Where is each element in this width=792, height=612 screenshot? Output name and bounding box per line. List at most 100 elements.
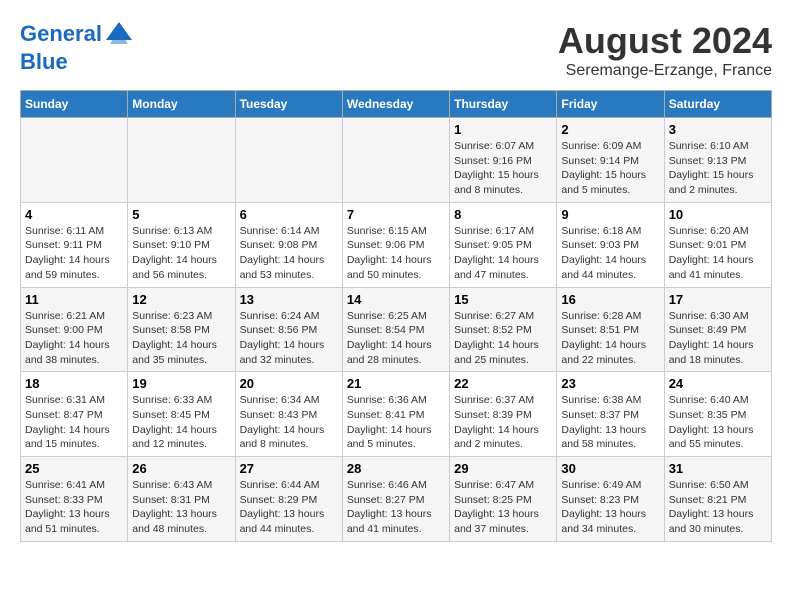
week-row-4: 18 Sunrise: 6:31 AM Sunset: 8:47 PM Dayli… [21, 372, 772, 457]
day-cell: 31 Sunrise: 6:50 AM Sunset: 8:21 PM Dayli… [664, 457, 771, 542]
day-info: Sunrise: 6:09 AM Sunset: 9:14 PM Dayligh… [561, 139, 659, 198]
day-cell: 16Sunrise: 6:28 AM Sunset: 8:51 PM Dayli… [557, 287, 664, 372]
day-info: Sunrise: 6:24 AM Sunset: 8:56 PM Dayligh… [240, 309, 338, 368]
day-number: 4 [25, 207, 123, 222]
day-number: 22 [454, 376, 552, 391]
day-info: Sunrise: 6:21 AM Sunset: 9:00 PM Dayligh… [25, 309, 123, 368]
day-info: Sunrise: 6:36 AM Sunset: 8:41 PM Dayligh… [347, 393, 445, 452]
day-cell: 3 Sunrise: 6:10 AM Sunset: 9:13 PM Daylig… [664, 118, 771, 203]
day-number: 1 [454, 122, 552, 137]
day-cell: 26 Sunrise: 6:43 AM Sunset: 8:31 PM Dayli… [128, 457, 235, 542]
week-row-1: 1 Sunrise: 6:07 AM Sunset: 9:16 PM Daylig… [21, 118, 772, 203]
day-cell: 14Sunrise: 6:25 AM Sunset: 8:54 PM Dayli… [342, 287, 449, 372]
weekday-header-row: SundayMondayTuesdayWednesdayThursdayFrid… [21, 91, 772, 118]
day-cell: 24Sunrise: 6:40 AM Sunset: 8:35 PM Dayli… [664, 372, 771, 457]
day-info: Sunrise: 6:07 AM Sunset: 9:16 PM Dayligh… [454, 139, 552, 198]
day-cell: 23 Sunrise: 6:38 AM Sunset: 8:37 PM Dayli… [557, 372, 664, 457]
day-cell: 25 Sunrise: 6:41 AM Sunset: 8:33 PM Dayli… [21, 457, 128, 542]
day-info: Sunrise: 6:10 AM Sunset: 9:13 PM Dayligh… [669, 139, 767, 198]
weekday-friday: Friday [557, 91, 664, 118]
weekday-thursday: Thursday [450, 91, 557, 118]
page-header: GeneralBlue August 2024 Seremange-Erzang… [20, 20, 772, 80]
day-number: 30 [561, 461, 659, 476]
day-number: 26 [132, 461, 230, 476]
day-cell: 15 Sunrise: 6:27 AM Sunset: 8:52 PM Dayli… [450, 287, 557, 372]
logo-text: GeneralBlue [20, 20, 134, 74]
day-number: 11 [25, 292, 123, 307]
day-cell: 27Sunrise: 6:44 AM Sunset: 8:29 PM Dayli… [235, 457, 342, 542]
day-number: 6 [240, 207, 338, 222]
day-number: 12 [132, 292, 230, 307]
day-info: Sunrise: 6:31 AM Sunset: 8:47 PM Dayligh… [25, 393, 123, 452]
day-cell: 1 Sunrise: 6:07 AM Sunset: 9:16 PM Daylig… [450, 118, 557, 203]
day-cell [21, 118, 128, 203]
day-info: Sunrise: 6:37 AM Sunset: 8:39 PM Dayligh… [454, 393, 552, 452]
weekday-sunday: Sunday [21, 91, 128, 118]
day-info: Sunrise: 6:11 AM Sunset: 9:11 PM Dayligh… [25, 224, 123, 283]
weekday-tuesday: Tuesday [235, 91, 342, 118]
day-cell: 20 Sunrise: 6:34 AM Sunset: 8:43 PM Dayli… [235, 372, 342, 457]
day-number: 3 [669, 122, 767, 137]
week-row-5: 25 Sunrise: 6:41 AM Sunset: 8:33 PM Dayli… [21, 457, 772, 542]
day-number: 9 [561, 207, 659, 222]
day-cell: 17Sunrise: 6:30 AM Sunset: 8:49 PM Dayli… [664, 287, 771, 372]
day-number: 25 [25, 461, 123, 476]
day-number: 2 [561, 122, 659, 137]
day-cell: 10Sunrise: 6:20 AM Sunset: 9:01 PM Dayli… [664, 202, 771, 287]
calendar-table: SundayMondayTuesdayWednesdayThursdayFrid… [20, 90, 772, 542]
day-number: 18 [25, 376, 123, 391]
week-row-3: 11 Sunrise: 6:21 AM Sunset: 9:00 PM Dayli… [21, 287, 772, 372]
weekday-monday: Monday [128, 91, 235, 118]
day-number: 15 [454, 292, 552, 307]
day-cell: 5 Sunrise: 6:13 AM Sunset: 9:10 PM Daylig… [128, 202, 235, 287]
weekday-wednesday: Wednesday [342, 91, 449, 118]
day-number: 10 [669, 207, 767, 222]
day-info: Sunrise: 6:44 AM Sunset: 8:29 PM Dayligh… [240, 478, 338, 537]
day-cell: 8Sunrise: 6:17 AM Sunset: 9:05 PM Daylig… [450, 202, 557, 287]
week-row-2: 4 Sunrise: 6:11 AM Sunset: 9:11 PM Daylig… [21, 202, 772, 287]
day-info: Sunrise: 6:43 AM Sunset: 8:31 PM Dayligh… [132, 478, 230, 537]
day-info: Sunrise: 6:14 AM Sunset: 9:08 PM Dayligh… [240, 224, 338, 283]
calendar-body: 1 Sunrise: 6:07 AM Sunset: 9:16 PM Daylig… [21, 118, 772, 542]
day-cell: 22 Sunrise: 6:37 AM Sunset: 8:39 PM Dayli… [450, 372, 557, 457]
day-number: 31 [669, 461, 767, 476]
day-number: 29 [454, 461, 552, 476]
day-number: 20 [240, 376, 338, 391]
day-cell: 28 Sunrise: 6:46 AM Sunset: 8:27 PM Dayli… [342, 457, 449, 542]
day-info: Sunrise: 6:50 AM Sunset: 8:21 PM Dayligh… [669, 478, 767, 537]
day-cell [128, 118, 235, 203]
day-cell: 13Sunrise: 6:24 AM Sunset: 8:56 PM Dayli… [235, 287, 342, 372]
day-info: Sunrise: 6:49 AM Sunset: 8:23 PM Dayligh… [561, 478, 659, 537]
day-cell: 29Sunrise: 6:47 AM Sunset: 8:25 PM Dayli… [450, 457, 557, 542]
day-number: 17 [669, 292, 767, 307]
day-cell: 4 Sunrise: 6:11 AM Sunset: 9:11 PM Daylig… [21, 202, 128, 287]
title-block: August 2024 Seremange-Erzange, France [558, 20, 772, 80]
day-info: Sunrise: 6:13 AM Sunset: 9:10 PM Dayligh… [132, 224, 230, 283]
day-number: 5 [132, 207, 230, 222]
day-cell [342, 118, 449, 203]
day-cell: 30 Sunrise: 6:49 AM Sunset: 8:23 PM Dayli… [557, 457, 664, 542]
day-info: Sunrise: 6:18 AM Sunset: 9:03 PM Dayligh… [561, 224, 659, 283]
day-cell [235, 118, 342, 203]
weekday-saturday: Saturday [664, 91, 771, 118]
day-number: 23 [561, 376, 659, 391]
day-number: 28 [347, 461, 445, 476]
day-number: 8 [454, 207, 552, 222]
day-cell: 21Sunrise: 6:36 AM Sunset: 8:41 PM Dayli… [342, 372, 449, 457]
day-cell: 19 Sunrise: 6:33 AM Sunset: 8:45 PM Dayli… [128, 372, 235, 457]
day-number: 19 [132, 376, 230, 391]
month-title: August 2024 [558, 20, 772, 62]
day-number: 24 [669, 376, 767, 391]
day-info: Sunrise: 6:38 AM Sunset: 8:37 PM Dayligh… [561, 393, 659, 452]
day-info: Sunrise: 6:28 AM Sunset: 8:51 PM Dayligh… [561, 309, 659, 368]
day-cell: 7Sunrise: 6:15 AM Sunset: 9:06 PM Daylig… [342, 202, 449, 287]
day-cell: 18 Sunrise: 6:31 AM Sunset: 8:47 PM Dayli… [21, 372, 128, 457]
day-cell: 6 Sunrise: 6:14 AM Sunset: 9:08 PM Daylig… [235, 202, 342, 287]
day-info: Sunrise: 6:46 AM Sunset: 8:27 PM Dayligh… [347, 478, 445, 537]
day-info: Sunrise: 6:34 AM Sunset: 8:43 PM Dayligh… [240, 393, 338, 452]
day-cell: 2 Sunrise: 6:09 AM Sunset: 9:14 PM Daylig… [557, 118, 664, 203]
day-info: Sunrise: 6:41 AM Sunset: 8:33 PM Dayligh… [25, 478, 123, 537]
day-info: Sunrise: 6:27 AM Sunset: 8:52 PM Dayligh… [454, 309, 552, 368]
day-info: Sunrise: 6:33 AM Sunset: 8:45 PM Dayligh… [132, 393, 230, 452]
day-cell: 12Sunrise: 6:23 AM Sunset: 8:58 PM Dayli… [128, 287, 235, 372]
